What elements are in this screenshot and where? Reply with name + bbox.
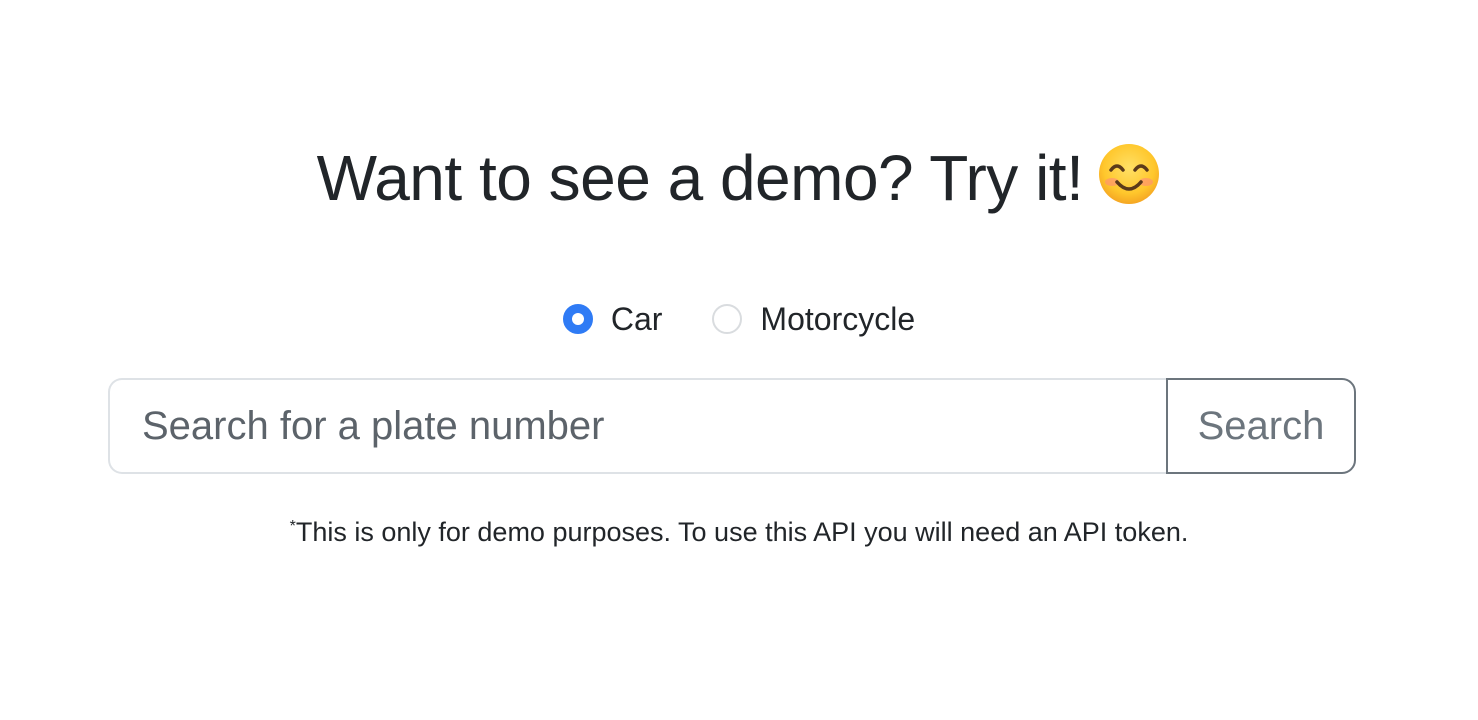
radio-car[interactable]: Car <box>562 296 663 342</box>
radio-car-indicator[interactable] <box>562 304 593 334</box>
plate-search-input[interactable] <box>108 378 1166 474</box>
demo-page: Want to see a demo? Try it! Car Motorcyc… <box>0 0 1478 720</box>
page-title-text: Want to see a demo? Try it! <box>316 142 1084 214</box>
vehicle-type-radio-group: Car Motorcycle <box>0 296 1478 342</box>
search-button[interactable]: Search <box>1166 378 1356 474</box>
disclaimer-text: This is only for demo purposes. To use t… <box>295 517 1189 547</box>
page-title: Want to see a demo? Try it! <box>0 138 1478 218</box>
radio-motorcycle[interactable]: Motorcycle <box>712 296 915 342</box>
radio-motorcycle-label[interactable]: Motorcycle <box>760 296 915 342</box>
smiling-face-icon <box>1097 142 1161 206</box>
radio-car-label[interactable]: Car <box>611 296 663 342</box>
radio-motorcycle-indicator[interactable] <box>712 304 743 334</box>
demo-disclaimer: *This is only for demo purposes. To use … <box>0 512 1478 552</box>
plate-search-group: Search <box>108 378 1356 474</box>
